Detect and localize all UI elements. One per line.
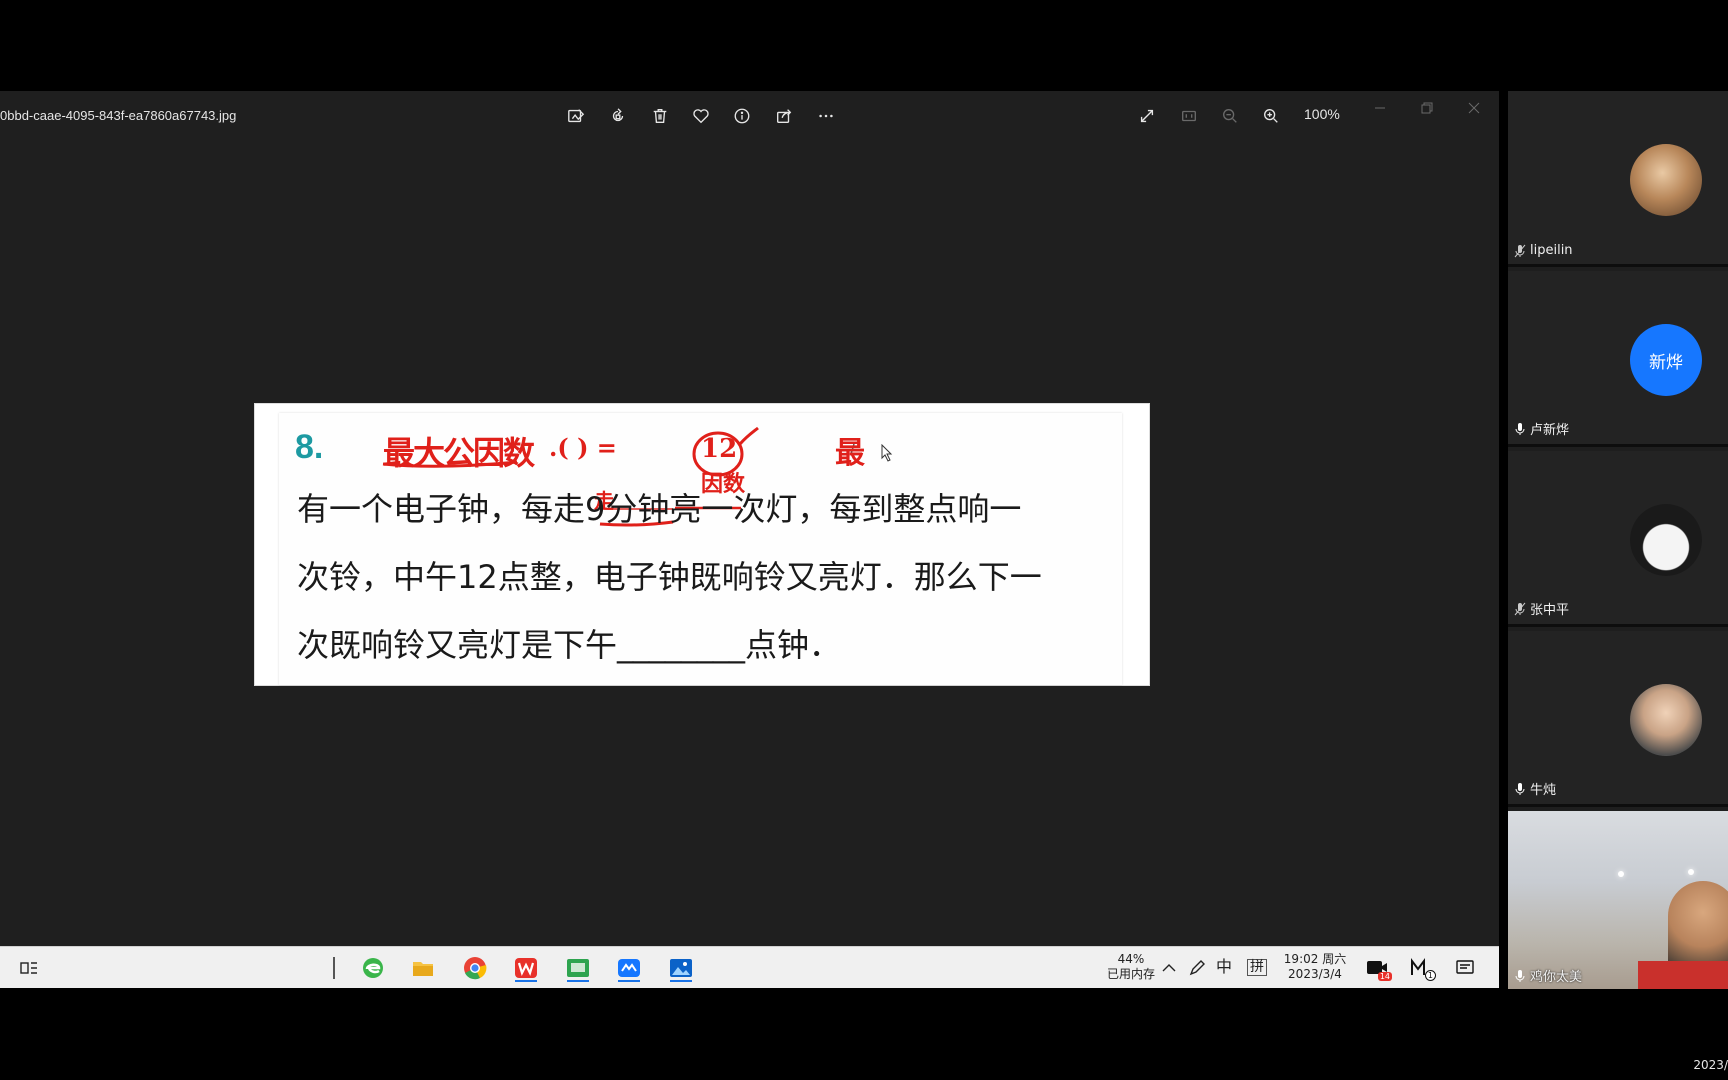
zoom-level: 100% bbox=[1304, 106, 1340, 122]
ime-mode[interactable]: 拼 bbox=[1247, 959, 1267, 976]
zoom-in-icon[interactable] bbox=[1258, 103, 1284, 129]
participant-name: 卢新烨 bbox=[1514, 419, 1569, 438]
chrome-icon[interactable] bbox=[460, 953, 490, 983]
share-icon[interactable] bbox=[771, 103, 797, 129]
notification-badge: 1 bbox=[1424, 970, 1436, 981]
active-indicator bbox=[670, 980, 692, 982]
restore-icon[interactable] bbox=[1407, 97, 1447, 119]
fullscreen-icon[interactable] bbox=[1134, 103, 1160, 129]
taskbar: 44% 已用内存 中 拼 19:02 周六 2023/3/4 14 1 bbox=[0, 946, 1499, 988]
viewer-titlebar: 0bbd-caae-4095-843f-ea7860a67743.jpg 100… bbox=[0, 91, 1499, 141]
more-icon[interactable] bbox=[813, 103, 839, 129]
microphone-muted-icon bbox=[1514, 244, 1526, 257]
memory-percent: 44% bbox=[1117, 952, 1145, 966]
favorite-icon[interactable] bbox=[688, 103, 714, 129]
outer-clock-date: 2023/ bbox=[1693, 1058, 1728, 1072]
date-text: 2023/3/4 bbox=[1288, 967, 1342, 981]
handwritten-note: .( ) = bbox=[549, 433, 617, 462]
participant-tile[interactable]: 新烨 卢新烨 bbox=[1508, 271, 1728, 447]
participant-tile[interactable]: 张中平 bbox=[1508, 451, 1728, 627]
microphone-muted-icon bbox=[1514, 602, 1526, 615]
taskbar-divider bbox=[333, 957, 335, 979]
active-indicator bbox=[618, 980, 640, 982]
notification-badge: 14 bbox=[1377, 972, 1392, 981]
file-explorer-icon[interactable] bbox=[408, 953, 438, 983]
active-indicator bbox=[567, 980, 589, 982]
close-icon[interactable] bbox=[1454, 97, 1494, 119]
question-line: 次既响铃又亮灯是下午________点钟． bbox=[297, 626, 842, 664]
mouse-cursor-icon bbox=[881, 444, 893, 462]
participant-tile[interactable]: lipeilin bbox=[1508, 91, 1728, 267]
participant-video[interactable]: 鸡你太美 bbox=[1508, 811, 1728, 989]
participant-panel: lipeilin 新烨 卢新烨 张中平 牛炖 鸡你太美 bbox=[1508, 91, 1728, 989]
ime-language[interactable]: 中 bbox=[1216, 959, 1232, 975]
question-line: 次铃，中午12点整，电子钟既响铃又亮灯．那么下一 bbox=[297, 558, 1042, 596]
info-icon[interactable] bbox=[729, 103, 755, 129]
participant-tile[interactable]: 牛炖 bbox=[1508, 631, 1728, 807]
microphone-icon bbox=[1515, 782, 1525, 795]
microphone-icon bbox=[1515, 422, 1525, 435]
rotate-icon[interactable] bbox=[605, 103, 631, 129]
ceiling-light bbox=[1618, 871, 1624, 877]
avatar: 新烨 bbox=[1630, 324, 1702, 396]
handwritten-note: 最 bbox=[835, 436, 865, 471]
participant-name: 张中平 bbox=[1514, 599, 1569, 618]
file-name: 0bbd-caae-4095-843f-ea7860a67743.jpg bbox=[0, 108, 237, 123]
displayed-image[interactable]: 8. 最大公因数 .( ) = 12 最 因数 走 有一个电子钟，每走9分钟亮一… bbox=[254, 403, 1150, 686]
avatar bbox=[1630, 504, 1702, 576]
photo-viewer-window: 0bbd-caae-4095-843f-ea7860a67743.jpg 100… bbox=[0, 91, 1499, 946]
participant-name: lipeilin bbox=[1514, 243, 1573, 258]
handwritten-note: 最大公因数 bbox=[383, 434, 535, 472]
avatar bbox=[1630, 144, 1702, 216]
delete-icon[interactable] bbox=[647, 103, 673, 129]
question-number: 8. bbox=[295, 428, 324, 466]
screen: 0bbd-caae-4095-843f-ea7860a67743.jpg 100… bbox=[0, 0, 1728, 1080]
edit-image-icon[interactable] bbox=[563, 103, 589, 129]
participant-name: 鸡你太美 bbox=[1514, 966, 1582, 985]
edge-icon[interactable] bbox=[358, 953, 388, 983]
action-center-icon[interactable] bbox=[1450, 953, 1480, 983]
pen-icon[interactable] bbox=[1182, 953, 1212, 983]
task-view-icon[interactable] bbox=[14, 953, 44, 983]
app-icon[interactable] bbox=[563, 953, 593, 983]
person-shirt bbox=[1638, 961, 1728, 989]
zoom-out-icon[interactable] bbox=[1217, 103, 1243, 129]
avatar bbox=[1630, 684, 1702, 756]
chevron-up-icon[interactable] bbox=[1154, 953, 1184, 983]
person-face bbox=[1668, 881, 1728, 971]
minimize-icon[interactable] bbox=[1360, 97, 1400, 119]
time-text: 19:02 周六 bbox=[1283, 952, 1347, 966]
memory-label: 已用内存 bbox=[1106, 967, 1155, 981]
photos-icon[interactable] bbox=[666, 953, 696, 983]
clock[interactable]: 19:02 周六 2023/3/4 bbox=[1280, 952, 1350, 982]
ceiling-light bbox=[1688, 869, 1694, 875]
microphone-icon bbox=[1515, 969, 1525, 982]
wps-icon[interactable] bbox=[511, 953, 541, 983]
recorder-icon[interactable]: 14 bbox=[1362, 953, 1392, 983]
memory-usage[interactable]: 44% 已用内存 bbox=[1101, 952, 1161, 982]
meeting-icon[interactable] bbox=[614, 953, 644, 983]
participant-name: 牛炖 bbox=[1514, 779, 1556, 798]
active-indicator bbox=[515, 980, 537, 982]
m-app-icon[interactable]: 1 bbox=[1406, 953, 1436, 983]
handwritten-note: 12 bbox=[701, 434, 738, 464]
fit-window-icon[interactable] bbox=[1176, 103, 1202, 129]
question-line: 有一个电子钟，每走9分钟亮一次灯，每到整点响一 bbox=[297, 490, 1022, 528]
